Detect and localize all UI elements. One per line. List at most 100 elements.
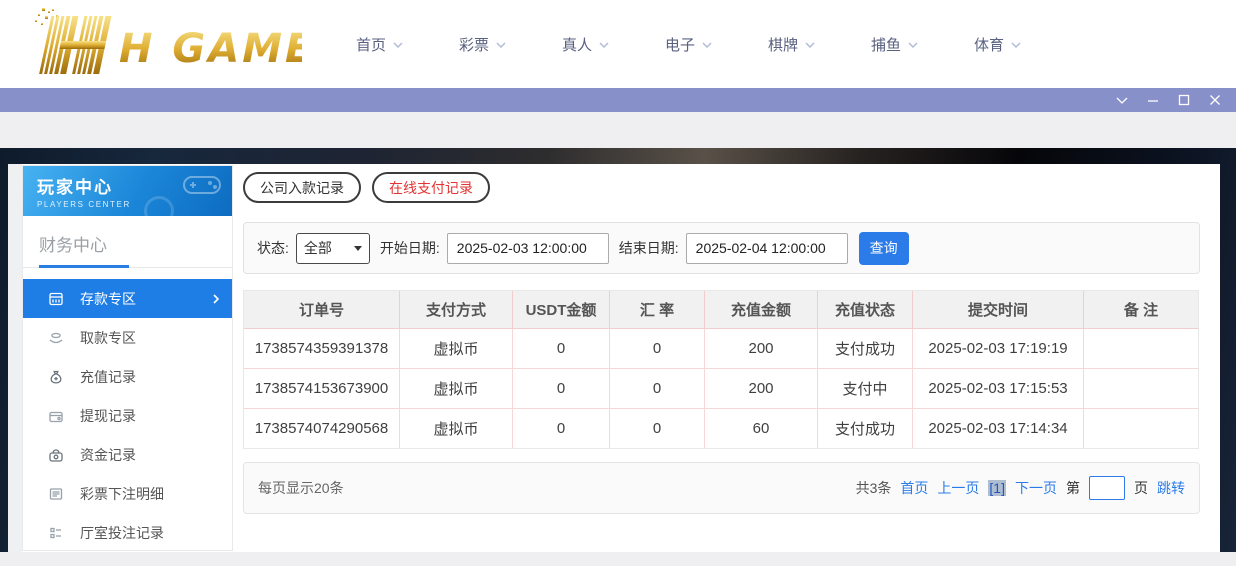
chevron-down-icon [1116, 97, 1128, 104]
tab-company-deposit-records[interactable]: 公司入款记录 [243, 172, 361, 203]
select-caret-icon [354, 246, 362, 251]
col-header-recharge-status: 充值状态 [818, 291, 913, 329]
nav-label: 首页 [356, 34, 386, 55]
window-maximize-button[interactable] [1168, 88, 1199, 112]
table-cell-recharge-status: 支付成功 [818, 409, 913, 448]
section-divider [23, 267, 232, 268]
start-date-input[interactable] [447, 233, 609, 264]
nav-label: 棋牌 [768, 34, 798, 55]
window-close-button[interactable] [1199, 88, 1230, 112]
jump-button[interactable]: 跳转 [1157, 478, 1185, 498]
window-minimize-button[interactable] [1137, 88, 1168, 112]
sidebar-menu: 存款专区 取款专区 [23, 279, 232, 552]
next-page-link[interactable]: 下一页 [1015, 478, 1057, 498]
nav-label: 电子 [665, 34, 695, 55]
sidebar-item-recharge-records[interactable]: 充值记录 [23, 357, 232, 396]
deposit-icon [48, 291, 64, 307]
left-gutter [8, 164, 22, 552]
nav-item-slots[interactable]: 电子 [637, 34, 740, 55]
sidebar: 玩家中心 PLAYERS CENTER 财务中心 [22, 165, 233, 551]
window-dropdown-button[interactable] [1106, 88, 1137, 112]
bottom-gray-strip [0, 552, 1236, 566]
table-cell-recharge-amount: 200 [705, 369, 818, 409]
nav-label: 捕鱼 [871, 34, 901, 55]
table-cell-order-no: 1738574359391378 [244, 329, 400, 369]
sidebar-item-withdrawal-records[interactable]: 提现记录 [23, 396, 232, 435]
filter-bar: 状态: 全部 开始日期: 结束日期: 查询 [243, 222, 1200, 274]
chevron-down-icon [1011, 42, 1021, 48]
gamepad-icon [182, 171, 224, 202]
jump-prefix-label: 第 [1066, 478, 1080, 498]
prev-page-link[interactable]: 上一页 [937, 478, 979, 498]
sidebar-item-label: 充值记录 [80, 367, 136, 387]
jump-suffix-label: 页 [1134, 478, 1148, 498]
withdraw-icon [48, 330, 64, 346]
table-cell-submit-time: 2025-02-03 17:14:34 [913, 409, 1084, 448]
table-cell-recharge-amount: 200 [705, 329, 818, 369]
table-cell-pay-method: 虚拟币 [400, 409, 513, 448]
money-bag-icon [48, 369, 64, 385]
page-background: 玩家中心 PLAYERS CENTER 财务中心 [0, 148, 1236, 552]
chevron-down-icon [393, 42, 403, 48]
sidebar-item-withdraw[interactable]: 取款专区 [23, 318, 232, 357]
funds-icon [48, 447, 64, 463]
status-select-value: 全部 [304, 238, 332, 258]
nav-label: 真人 [562, 34, 592, 55]
sidebar-item-deposit[interactable]: 存款专区 [23, 279, 232, 318]
sidebar-header: 玩家中心 PLAYERS CENTER [23, 166, 232, 216]
table-cell-rate: 0 [610, 329, 705, 369]
end-date-input[interactable] [686, 233, 848, 264]
nav-item-boardgames[interactable]: 棋牌 [740, 34, 843, 55]
main-content: 公司入款记录 在线支付记录 状态: 全部 开始日期: 结束日期: 查询 订单号 … [243, 164, 1200, 551]
col-header-recharge-amount: 充值金额 [705, 291, 818, 329]
nav-item-lottery[interactable]: 彩票 [431, 34, 534, 55]
chevron-down-icon [805, 42, 815, 48]
main-nav: 首页 彩票 真人 电子 棋牌 捕鱼 体育 [328, 0, 1049, 88]
logo-text: H GAME [119, 26, 302, 72]
nav-item-live[interactable]: 真人 [534, 34, 637, 55]
pagination-controls: 共3条 首页 上一页 [1] 下一页 第 页 跳转 [856, 476, 1185, 500]
start-date-label: 开始日期: [380, 238, 440, 258]
sidebar-item-label: 存款专区 [80, 289, 136, 309]
status-label: 状态: [257, 238, 289, 258]
table-cell-rate: 0 [610, 369, 705, 409]
sidebar-section-title: 财务中心 [23, 216, 232, 256]
current-page-indicator[interactable]: [1] [988, 480, 1006, 496]
page-size-text: 每页显示20条 [258, 478, 344, 498]
table-cell-usdt-amount: 0 [513, 369, 610, 409]
search-button[interactable]: 查询 [859, 232, 909, 265]
jump-page-input[interactable] [1089, 476, 1125, 500]
nav-item-fishing[interactable]: 捕鱼 [843, 34, 946, 55]
col-header-pay-method: 支付方式 [400, 291, 513, 329]
sidebar-item-lottery-bets[interactable]: 彩票下注明细 [23, 474, 232, 513]
top-gray-band [0, 112, 1236, 148]
sidebar-item-label: 资金记录 [80, 445, 136, 465]
sidebar-item-funds-records[interactable]: 资金记录 [23, 435, 232, 474]
sidebar-item-label: 提现记录 [80, 406, 136, 426]
site-header: H GAME 首页 彩票 真人 电子 棋牌 捕鱼 体育 [0, 0, 1236, 88]
status-select[interactable]: 全部 [296, 233, 370, 264]
close-icon [1209, 94, 1221, 106]
sidebar-item-hall-bets[interactable]: 厅室投注记录 [23, 513, 232, 552]
records-table: 订单号 支付方式 USDT金额 汇 率 充值金额 充值状态 提交时间 备 注 1… [243, 290, 1199, 449]
nav-item-sports[interactable]: 体育 [946, 34, 1049, 55]
chevron-down-icon [908, 42, 918, 48]
chevron-down-icon [496, 42, 506, 48]
first-page-link[interactable]: 首页 [900, 478, 928, 498]
total-count-text: 共3条 [856, 478, 892, 498]
table-cell-usdt-amount: 0 [513, 329, 610, 369]
table-cell-order-no: 1738574074290568 [244, 409, 400, 448]
chevron-down-icon [702, 42, 712, 48]
chevron-down-icon [599, 42, 609, 48]
maximize-icon [1178, 94, 1190, 106]
sidebar-item-label: 取款专区 [80, 328, 136, 348]
brand-logo[interactable]: H GAME [12, 4, 302, 84]
content-wrapper: 玩家中心 PLAYERS CENTER 财务中心 [8, 164, 1220, 552]
end-date-label: 结束日期: [619, 238, 679, 258]
hall-list-icon [48, 525, 64, 541]
nav-item-home[interactable]: 首页 [328, 34, 431, 55]
tab-online-payment-records[interactable]: 在线支付记录 [372, 172, 490, 203]
record-tabs: 公司入款记录 在线支付记录 [243, 172, 490, 203]
table-cell-remark [1084, 369, 1198, 409]
logo-gold-icon: H GAME [12, 4, 302, 84]
